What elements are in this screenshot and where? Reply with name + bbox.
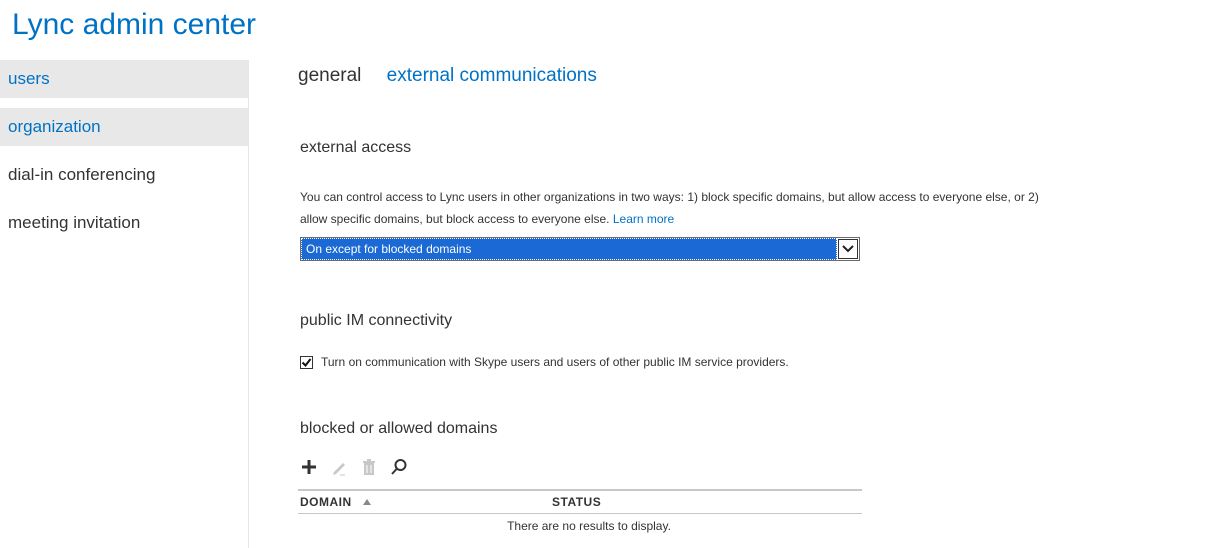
sidebar-item-meeting-invitation[interactable]: meeting invitation bbox=[0, 204, 248, 242]
column-header-domain[interactable]: DOMAIN bbox=[298, 495, 552, 509]
search-icon[interactable] bbox=[388, 456, 410, 478]
edit-icon[interactable] bbox=[328, 456, 350, 478]
chevron-down-icon[interactable] bbox=[838, 239, 858, 259]
sidebar-item-users[interactable]: users bbox=[0, 60, 248, 98]
sort-ascending-icon bbox=[362, 499, 371, 505]
external-access-description: You can control access to Lync users in … bbox=[300, 186, 1210, 230]
domains-heading: blocked or allowed domains bbox=[300, 420, 498, 437]
domains-toolbar bbox=[298, 456, 418, 478]
external-access-heading: external access bbox=[300, 139, 412, 156]
external-access-select[interactable]: On except for blocked domains bbox=[300, 237, 860, 261]
sidebar-item-dial-in-conferencing[interactable]: dial-in conferencing bbox=[0, 156, 248, 194]
description-line-2-text: allow specific domains, but block access… bbox=[300, 212, 610, 226]
tab-external-communications[interactable]: external communications bbox=[387, 65, 597, 87]
tab-bar: general external communications bbox=[298, 65, 617, 87]
grid-header: DOMAIN STATUS bbox=[298, 489, 862, 514]
column-header-domain-label: DOMAIN bbox=[300, 495, 352, 509]
domains-grid: DOMAIN STATUS There are no results to di… bbox=[298, 489, 862, 533]
sidebar-nav: users organization dial-in conferencing … bbox=[0, 60, 249, 548]
app-title: Lync admin center bbox=[12, 8, 257, 41]
description-line-1: You can control access to Lync users in … bbox=[300, 190, 1039, 204]
delete-icon[interactable] bbox=[358, 456, 380, 478]
public-im-checkbox-row: Turn on communication with Skype users a… bbox=[300, 355, 789, 369]
main-content: general external communications external… bbox=[298, 0, 1211, 548]
add-icon[interactable] bbox=[298, 456, 320, 478]
select-selected-value: On except for blocked domains bbox=[301, 238, 837, 260]
column-header-status[interactable]: STATUS bbox=[552, 495, 601, 509]
learn-more-link[interactable]: Learn more bbox=[613, 212, 674, 226]
description-line-2: allow specific domains, but block access… bbox=[300, 208, 1210, 230]
sidebar-item-organization[interactable]: organization bbox=[0, 108, 248, 146]
public-im-heading: public IM connectivity bbox=[300, 312, 453, 329]
public-im-checkbox-label: Turn on communication with Skype users a… bbox=[321, 355, 789, 369]
empty-results-message: There are no results to display. bbox=[507, 519, 671, 533]
public-im-checkbox[interactable] bbox=[300, 355, 313, 369]
tab-general[interactable]: general bbox=[298, 65, 361, 87]
check-icon bbox=[301, 357, 312, 367]
